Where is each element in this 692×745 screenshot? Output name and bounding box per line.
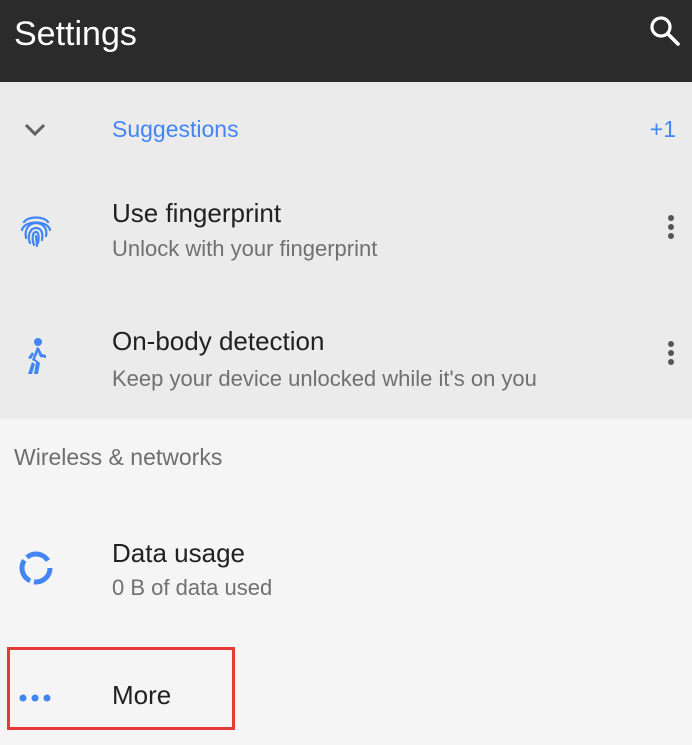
highlight-box: [7, 647, 235, 730]
suggestion-subtitle: Unlock with your fingerprint: [112, 236, 378, 261]
chevron-down-icon[interactable]: [22, 116, 48, 142]
fingerprint-icon: [16, 210, 56, 250]
data-usage-icon: [16, 548, 56, 588]
more-vert-icon[interactable]: [664, 338, 678, 378]
suggestion-item-on-body-detection[interactable]: On-body detection Keep your device unloc…: [0, 304, 692, 424]
walking-person-icon: [16, 336, 56, 376]
settings-item-title: Data usage: [112, 538, 245, 568]
suggestion-item-fingerprint[interactable]: Use fingerprint Unlock with your fingerp…: [0, 178, 692, 298]
suggestion-title: On-body detection: [112, 326, 325, 356]
suggestions-panel: Suggestions +1 Use fingerprint Unlock wi…: [0, 82, 692, 419]
suggestions-header[interactable]: Suggestions +1: [0, 82, 692, 178]
more-vert-icon[interactable]: [664, 212, 678, 252]
settings-item-subtitle: 0 B of data used: [112, 575, 273, 600]
search-icon[interactable]: [648, 14, 682, 48]
suggestions-count: +1: [649, 116, 676, 142]
suggestion-subtitle: Keep your device unlocked while it's on …: [112, 366, 537, 391]
app-bar: Settings: [0, 0, 692, 82]
suggestions-label: Suggestions: [112, 116, 239, 142]
settings-item-data-usage[interactable]: Data usage 0 B of data used: [0, 508, 692, 628]
section-title-wireless: Wireless & networks: [14, 444, 223, 470]
page-title: Settings: [14, 15, 137, 53]
suggestion-title: Use fingerprint: [112, 198, 282, 228]
